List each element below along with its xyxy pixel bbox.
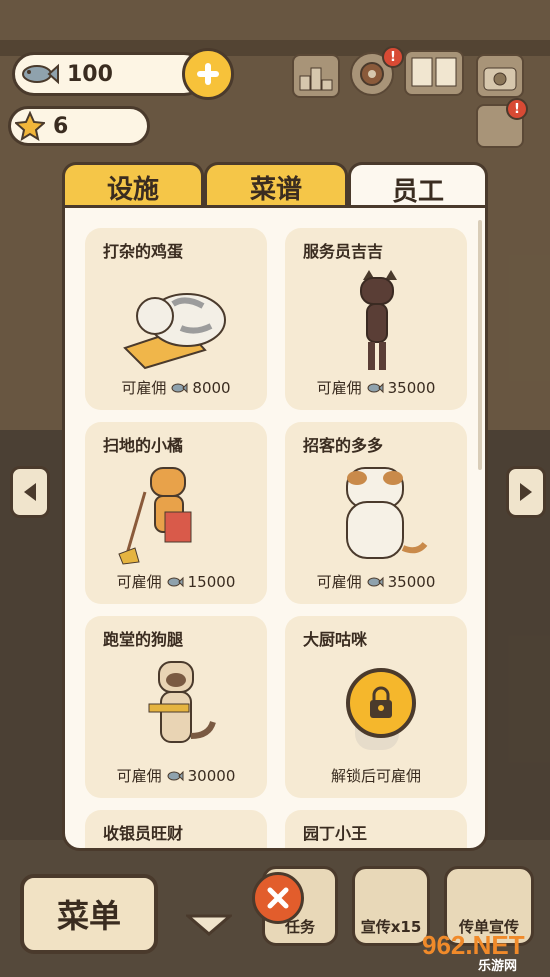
cat-illustration (148, 661, 216, 743)
promo-label: 宣传x15 (360, 918, 422, 936)
scroll-right-button[interactable] (506, 466, 546, 518)
guide-book-button[interactable] (404, 50, 464, 96)
lock-badge (346, 668, 416, 738)
unlock-hint: 解锁后可雇佣 (330, 767, 421, 785)
staff-name: 收银员旺财 (103, 824, 184, 843)
fish-icon (171, 382, 188, 393)
hire-price: 可雇佣 35000 (316, 572, 436, 592)
add-fish-button[interactable] (182, 48, 234, 100)
fish-count: 100 (67, 61, 113, 87)
arrow-left-icon (24, 483, 36, 501)
cat-illustration (118, 467, 192, 565)
settings-badge: ! (382, 46, 404, 68)
ranking-button[interactable] (292, 54, 340, 98)
lock-icon (370, 686, 392, 718)
cat-illustration (346, 467, 428, 559)
staff-name: 跑堂的狗腿 (103, 630, 184, 649)
svg-text:962.NET: 962.NET (422, 930, 525, 960)
hire-price: 可雇佣 15000 (116, 572, 236, 592)
staff-name: 园丁小王 (303, 824, 368, 843)
staff-name: 打杂的鸡蛋 (103, 242, 184, 261)
fish-icon (167, 770, 184, 781)
fish-icon (367, 382, 384, 393)
staff-name: 服务员吉吉 (303, 242, 384, 261)
staff-name: 扫地的小橘 (103, 436, 184, 455)
panel-scrollbar[interactable] (478, 220, 482, 470)
star-icon (15, 111, 45, 141)
site-watermark: 962.NET 乐游网 (422, 930, 525, 974)
arrow-down-icon[interactable] (186, 914, 232, 936)
hire-price: 可雇佣 8000 (121, 378, 231, 398)
staff-card[interactable]: 园丁小王 (285, 810, 467, 848)
staff-card-locked[interactable]: 大厨咕咪 解锁后可雇佣 (285, 616, 467, 798)
fish-icon (367, 576, 384, 587)
camera-button[interactable] (476, 54, 524, 98)
staff-name: 大厨咕咪 (303, 630, 368, 649)
fish-currency: 100 (12, 52, 206, 96)
close-button[interactable] (252, 872, 304, 924)
staff-card[interactable]: 服务员吉吉 可雇佣 35000 (285, 228, 467, 410)
menu-button[interactable]: 菜单 (20, 874, 158, 954)
staff-card[interactable]: 收银员旺财 (85, 810, 267, 848)
staff-panel: 打杂的鸡蛋 可雇佣 8000 服务员吉吉 可雇佣 35000 扫地的小橘 可雇佣… (62, 205, 488, 851)
cat-illustration (123, 293, 226, 370)
staff-card[interactable]: 打杂的鸡蛋 可雇佣 8000 (85, 228, 267, 410)
tab-recipes[interactable]: 菜谱 (204, 162, 348, 210)
arrow-right-icon (520, 483, 532, 501)
fish-icon (167, 576, 184, 587)
svg-text:乐游网: 乐游网 (478, 958, 517, 974)
camera-icon (483, 67, 517, 91)
star-count: 6 (53, 113, 69, 139)
staff-name: 招客的多多 (303, 436, 384, 455)
ranking-icon (299, 67, 333, 91)
star-rating: 6 (8, 106, 150, 146)
staff-card[interactable]: 招客的多多 可雇佣 35000 (285, 422, 467, 604)
staff-card[interactable]: 扫地的小橘 可雇佣 15000 (85, 422, 267, 604)
close-icon (267, 887, 289, 909)
fish-icon (22, 63, 59, 85)
scroll-left-button[interactable] (10, 466, 50, 518)
tab-facilities[interactable]: 设施 (62, 162, 204, 210)
hire-price: 可雇佣 30000 (116, 766, 236, 786)
book-icon (411, 57, 457, 87)
plus-icon (197, 63, 219, 85)
staff-card[interactable]: 跑堂的狗腿 可雇佣 30000 (85, 616, 267, 798)
album-badge: ! (506, 98, 528, 120)
hire-price: 可雇佣 35000 (316, 378, 436, 398)
cat-illustration (360, 270, 397, 370)
